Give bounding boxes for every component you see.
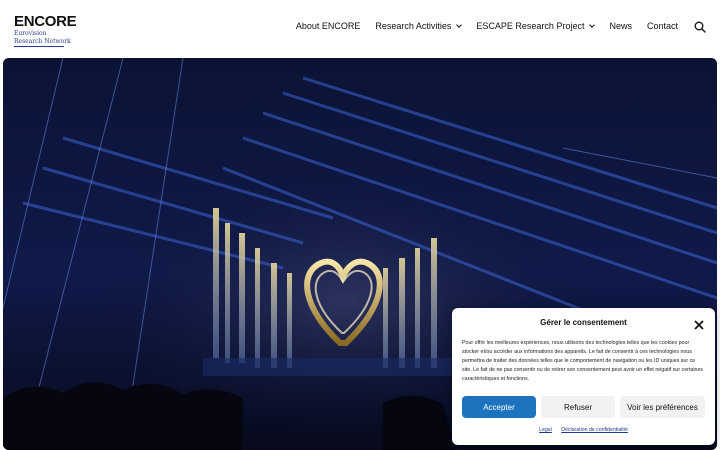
consent-text: Pour offrir les meilleures expériences, … bbox=[462, 340, 704, 382]
logo-title: ENCORE bbox=[14, 13, 77, 30]
logo-subtitle-line2: Research Network bbox=[14, 38, 71, 45]
chevron-down-icon bbox=[456, 21, 463, 28]
search-icon[interactable] bbox=[694, 20, 706, 33]
nav-item-label: Contact bbox=[646, 21, 678, 31]
nav-item-escape-project[interactable]: ESCAPE Research Project bbox=[476, 21, 596, 31]
chevron-down-icon bbox=[589, 21, 596, 28]
nav-item-label: ESCAPE Research Project bbox=[476, 21, 585, 31]
site-header: ENCORE Eurovision Research Network About… bbox=[0, 0, 720, 58]
nav-item-about[interactable]: About ENCORE bbox=[296, 21, 361, 31]
nav-item-contact[interactable]: Contact bbox=[647, 21, 678, 31]
refuse-button[interactable]: Refuser bbox=[541, 396, 615, 418]
logo-subtitle-line1: Eurovision bbox=[14, 30, 47, 37]
consent-title: Gérer le consentement bbox=[540, 318, 627, 327]
consent-links: Legal Déclaration de confidentialité bbox=[452, 427, 715, 433]
nav-item-research-activities[interactable]: Research Activities bbox=[375, 21, 463, 31]
privacy-statement-link[interactable]: Déclaration de confidentialité bbox=[561, 427, 628, 433]
legal-link[interactable]: Legal bbox=[539, 427, 552, 433]
consent-dialog: Gérer le consentement Pour offrir les me… bbox=[452, 308, 715, 445]
nav-item-label: News bbox=[609, 21, 632, 31]
view-preferences-button[interactable]: Voir les préférences bbox=[620, 396, 705, 418]
close-icon[interactable] bbox=[694, 317, 704, 330]
nav-item-label: About ENCORE bbox=[295, 21, 361, 31]
site-logo[interactable]: ENCORE Eurovision Research Network bbox=[14, 13, 77, 47]
logo-underline bbox=[14, 46, 64, 47]
nav-item-news[interactable]: News bbox=[609, 21, 632, 31]
main-nav: About ENCORE Research Activities ESCAPE … bbox=[281, 20, 706, 33]
nav-item-label: Research Activities bbox=[375, 21, 452, 31]
accept-button[interactable]: Accepter bbox=[462, 396, 536, 418]
